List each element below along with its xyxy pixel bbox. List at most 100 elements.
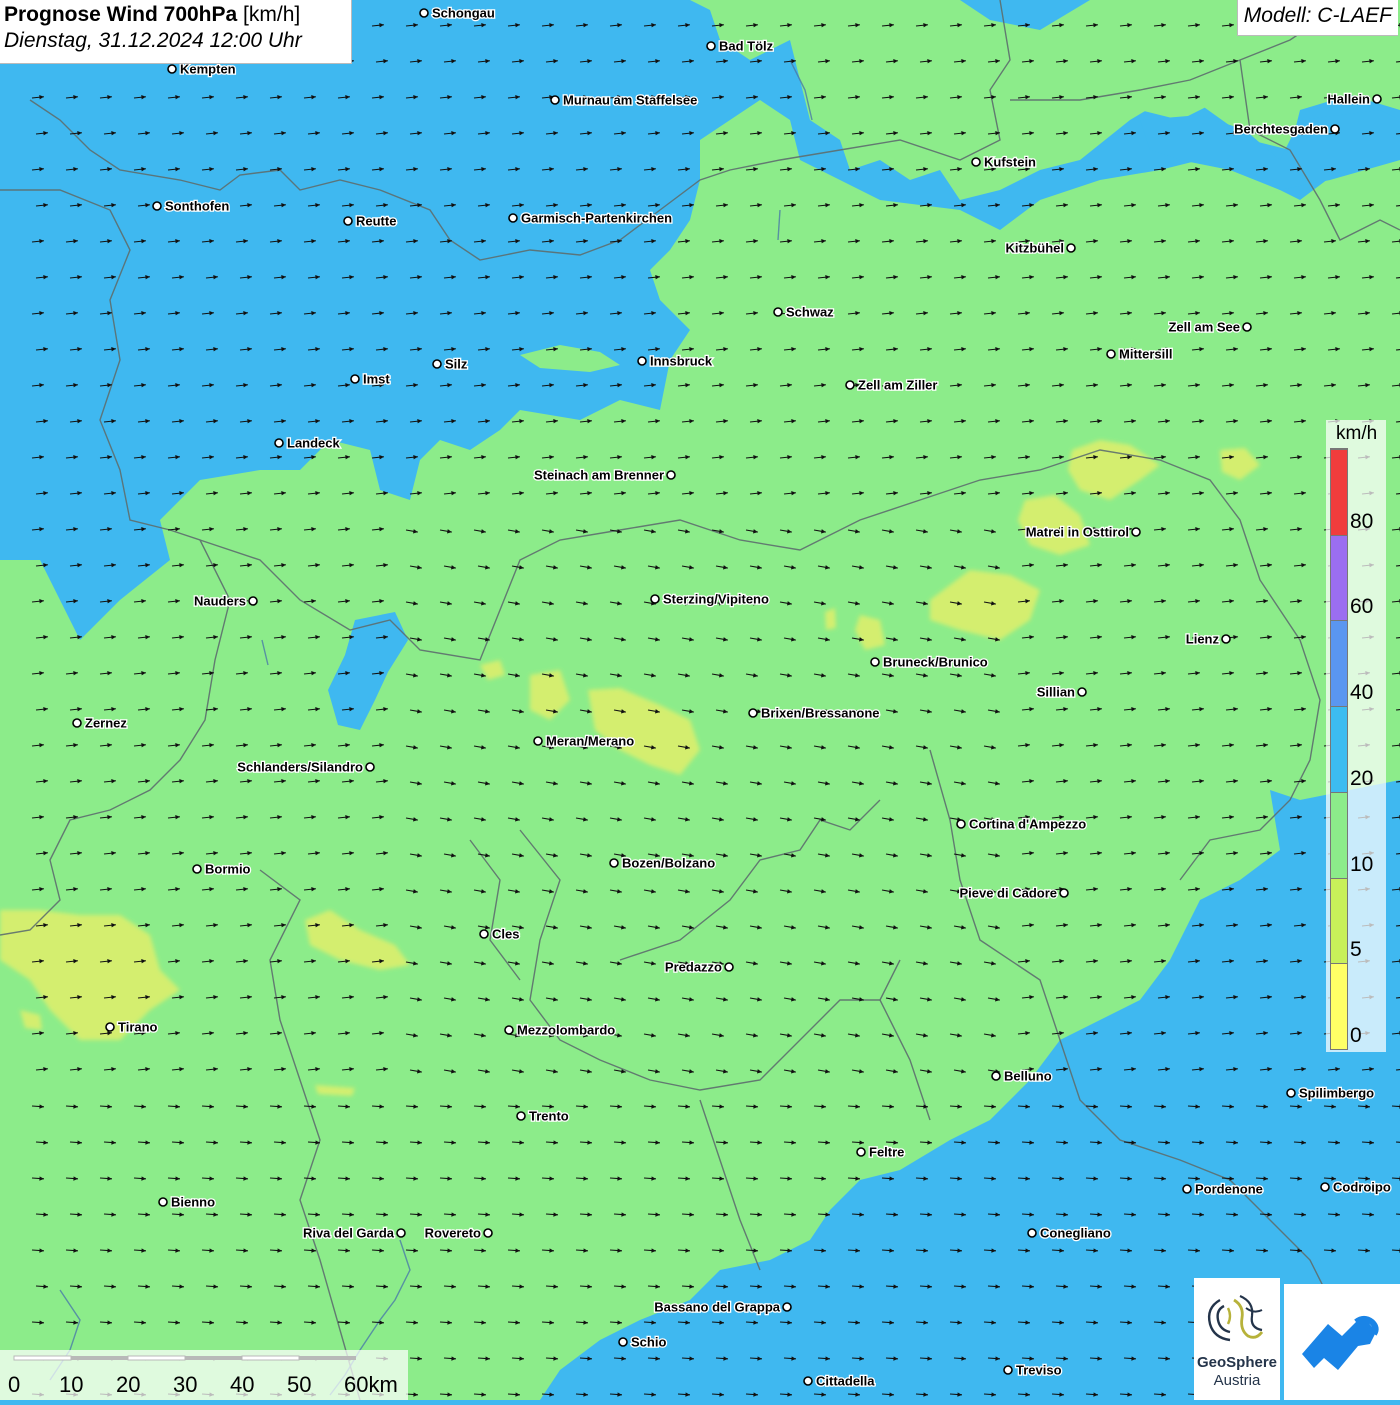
legend-swatch bbox=[1331, 449, 1347, 535]
city-dot bbox=[479, 929, 489, 939]
title-main: Prognose Wind 700hPa bbox=[4, 3, 238, 26]
city-marker: Schlanders/Silandro bbox=[236, 758, 375, 776]
city-dot bbox=[550, 95, 560, 105]
city-dot bbox=[192, 864, 202, 874]
city-label: Cittadella bbox=[816, 1374, 875, 1389]
city-label: Hallein bbox=[1327, 92, 1370, 107]
city-dot bbox=[803, 1376, 813, 1386]
city-dot bbox=[350, 374, 360, 384]
city-label: Sillian bbox=[1037, 685, 1075, 700]
city-marker: Riva del Garda bbox=[302, 1224, 406, 1242]
city-label: Codroipo bbox=[1333, 1180, 1391, 1195]
city-dot bbox=[1131, 527, 1141, 537]
city-dot bbox=[991, 1071, 1001, 1081]
city-dot bbox=[773, 307, 783, 317]
city-dot bbox=[1182, 1184, 1192, 1194]
legend-swatch bbox=[1331, 791, 1347, 878]
city-marker: Spilimbergo bbox=[1286, 1084, 1375, 1102]
city-label: Silz bbox=[445, 357, 468, 372]
city-label: Trento bbox=[529, 1109, 569, 1124]
city-marker: Sterzing/Vipiteno bbox=[650, 590, 770, 608]
legend-tick-label: 40 bbox=[1350, 681, 1374, 705]
city-label: Pordenone bbox=[1195, 1182, 1263, 1197]
legend-tick-label: 60 bbox=[1350, 595, 1374, 619]
model-label: Modell: C-LAEF bbox=[1236, 0, 1398, 36]
city-dot bbox=[609, 858, 619, 868]
city-label: Nauders bbox=[194, 594, 246, 609]
city-dot bbox=[533, 736, 543, 746]
city-label: Zell am See bbox=[1168, 320, 1240, 335]
legend-swatch bbox=[1331, 706, 1347, 792]
legend-tick-label: 80 bbox=[1350, 509, 1374, 533]
city-dot bbox=[1221, 634, 1231, 644]
city-dot bbox=[508, 213, 518, 223]
city-marker: Garmisch-Partenkirchen bbox=[508, 209, 673, 227]
legend-tick-label: 0 bbox=[1350, 1024, 1362, 1047]
cloud-arrow-icon bbox=[1302, 1316, 1379, 1370]
city-dot bbox=[1320, 1182, 1330, 1192]
city-label: Schio bbox=[631, 1335, 666, 1350]
city-marker: Murnau am Staffelsee bbox=[550, 91, 699, 109]
city-label: Conegliano bbox=[1040, 1226, 1111, 1241]
city-dot bbox=[1059, 888, 1069, 898]
city-dot bbox=[706, 41, 716, 51]
legend-tick-label: 10 bbox=[1350, 852, 1374, 876]
city-label: Schongau bbox=[432, 6, 495, 21]
city-marker: Bozen/Bolzano bbox=[609, 854, 717, 872]
city-marker: Conegliano bbox=[1027, 1224, 1112, 1242]
city-label: Rovereto bbox=[425, 1226, 481, 1241]
city-label: Meran/Merano bbox=[546, 734, 634, 749]
scale-tick-label: 40 bbox=[230, 1372, 255, 1397]
city-label: Tirano bbox=[118, 1020, 158, 1035]
map-subtitle: Dienstag, 31.12.2024 12:00 Uhr bbox=[4, 29, 302, 52]
city-dot bbox=[618, 1337, 628, 1347]
city-dot bbox=[1077, 687, 1087, 697]
city-dot bbox=[158, 1197, 168, 1207]
legend-unit: km/h bbox=[1336, 423, 1378, 444]
scale-tick-label: 20 bbox=[116, 1372, 141, 1397]
city-dot bbox=[432, 359, 442, 369]
city-label: Cles bbox=[492, 927, 519, 942]
city-marker: Pordenone bbox=[1182, 1180, 1264, 1198]
city-dot bbox=[1106, 349, 1116, 359]
city-marker: Zell am See bbox=[1167, 318, 1252, 336]
city-dot bbox=[504, 1025, 514, 1035]
geosphere-emblem-icon bbox=[1207, 1294, 1264, 1342]
city-label: Kufstein bbox=[984, 155, 1036, 170]
legend-swatch bbox=[1331, 620, 1347, 707]
city-dot bbox=[782, 1302, 792, 1312]
city-label: Bassano del Grappa bbox=[654, 1300, 780, 1315]
scale-tick-label: 30 bbox=[173, 1372, 198, 1397]
city-dot bbox=[748, 708, 758, 718]
city-label: Landeck bbox=[287, 436, 341, 451]
city-dot bbox=[1286, 1088, 1296, 1098]
city-dot bbox=[483, 1228, 493, 1238]
city-dot bbox=[845, 380, 855, 390]
city-marker: Bruneck/Brunico bbox=[870, 653, 989, 671]
city-marker: Pieve di Cadore bbox=[958, 884, 1069, 902]
city-marker: Zell am Ziller bbox=[845, 376, 939, 394]
city-label: Innsbruck bbox=[650, 354, 713, 369]
city-label: Mittersill bbox=[1119, 347, 1172, 362]
scale-tick-label: 10 bbox=[59, 1372, 84, 1397]
city-dot bbox=[516, 1111, 526, 1121]
city-marker: Mezzolombardo bbox=[504, 1021, 617, 1039]
city-dot bbox=[650, 594, 660, 604]
title-box: Prognose Wind 700hPa [km/h] Dienstag, 31… bbox=[0, 0, 352, 64]
legend-swatch bbox=[1331, 963, 1347, 1049]
city-dot bbox=[152, 201, 162, 211]
city-marker: Steinach am Brenner bbox=[533, 466, 676, 484]
city-marker: Schongau bbox=[419, 4, 496, 22]
city-label: Cortina d'Ampezzo bbox=[969, 817, 1086, 832]
city-label: Feltre bbox=[869, 1145, 904, 1160]
city-label: Treviso bbox=[1016, 1363, 1062, 1378]
legend-tick-label: 20 bbox=[1350, 766, 1374, 790]
city-dot bbox=[274, 438, 284, 448]
city-label: Bad Tölz bbox=[719, 39, 774, 54]
geosphere-text-2: Austria bbox=[1213, 1372, 1261, 1389]
weather-app-logo bbox=[1284, 1284, 1400, 1400]
city-dot bbox=[1027, 1228, 1037, 1238]
city-marker: Meran/Merano bbox=[533, 732, 635, 750]
city-dot bbox=[1066, 243, 1076, 253]
city-dot bbox=[724, 962, 734, 972]
